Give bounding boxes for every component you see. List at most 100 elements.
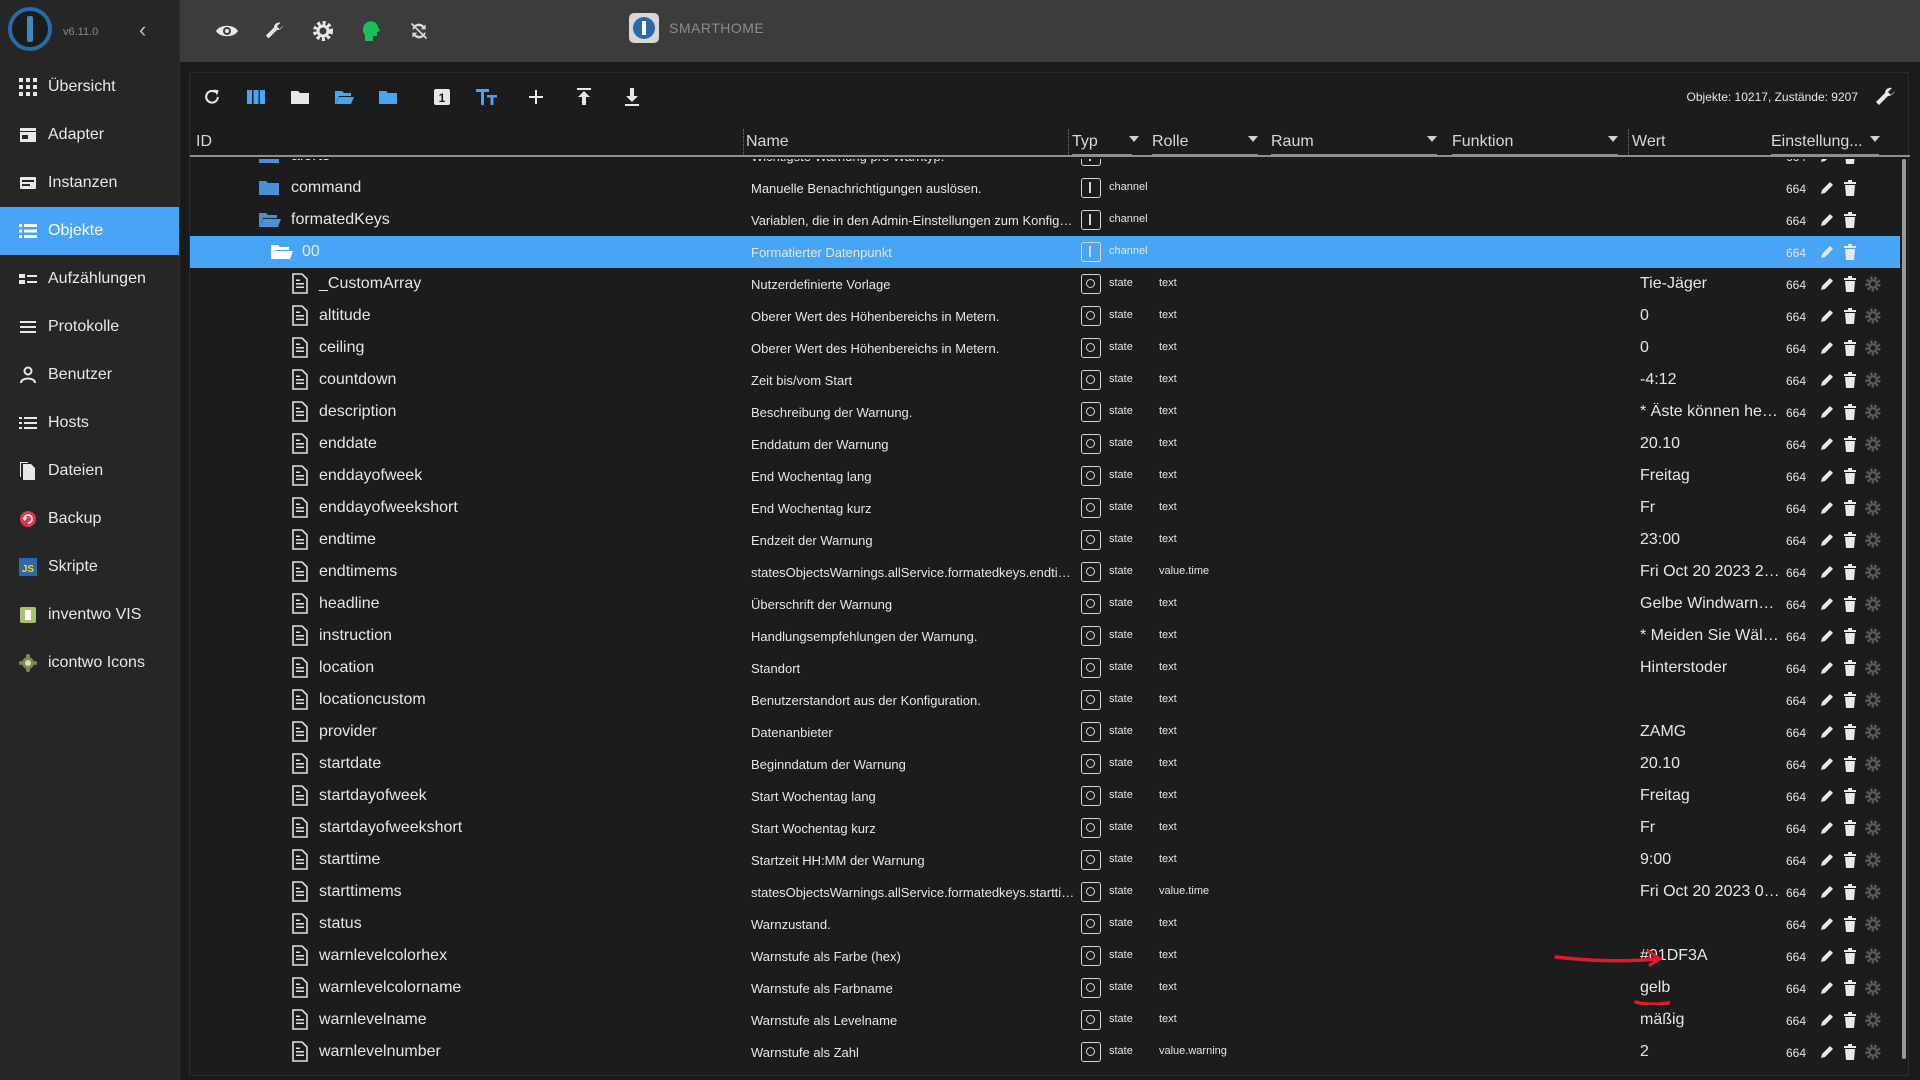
object-name[interactable]: Standort	[751, 661, 1075, 676]
object-id[interactable]: _CustomArray	[319, 275, 421, 293]
object-id[interactable]: enddayofweek	[319, 467, 422, 485]
column-funktion[interactable]: Funktion	[1452, 133, 1513, 151]
object-acl[interactable]: 664	[1786, 214, 1806, 228]
table-row[interactable]: altitude Oberer Wert des Höhenbereichs in…	[190, 300, 1900, 332]
delete-icon[interactable]	[1841, 851, 1859, 869]
object-acl[interactable]: 664	[1786, 1014, 1806, 1028]
object-name[interactable]: Warnstufe als Zahl	[751, 1045, 1075, 1060]
edit-icon[interactable]	[1818, 755, 1836, 773]
table-row[interactable]: status Warnzustand. state text 664	[190, 908, 1900, 940]
custom-settings-gear-icon[interactable]	[1864, 723, 1882, 741]
table-row[interactable]: _CustomArray Nutzerdefinierte Vorlage stat…	[190, 268, 1900, 300]
object-id[interactable]: description	[319, 403, 396, 421]
wrench-icon[interactable]	[1874, 85, 1898, 109]
edit-icon[interactable]	[1818, 979, 1836, 997]
delete-icon[interactable]	[1841, 563, 1859, 581]
table-row[interactable]: endtime Endzeit der Warnung state text 23:00…	[190, 524, 1900, 556]
delete-icon[interactable]	[1841, 275, 1859, 293]
edit-icon[interactable]	[1818, 723, 1836, 741]
object-value[interactable]: Freitag	[1640, 467, 1780, 485]
object-value[interactable]: * Meiden Sie Wälder	[1640, 627, 1780, 645]
custom-settings-gear-icon[interactable]	[1864, 883, 1882, 901]
folder-icon[interactable]	[288, 85, 312, 109]
object-name[interactable]: Nutzerdefinierte Vorlage	[751, 277, 1075, 292]
custom-settings-gear-icon[interactable]	[1864, 531, 1882, 549]
edit-icon[interactable]	[1818, 947, 1836, 965]
object-value[interactable]: Freitag	[1640, 787, 1780, 805]
object-value[interactable]: Fri Oct 20 2023 23:00	[1640, 563, 1780, 581]
table-row[interactable]: enddayofweek End Wochentag lang state text F…	[190, 460, 1900, 492]
text-size-icon[interactable]	[475, 85, 499, 109]
delete-icon[interactable]	[1841, 243, 1859, 261]
edit-icon[interactable]	[1818, 435, 1836, 453]
object-value[interactable]: Fri Oct 20 2023 09:00	[1640, 883, 1780, 901]
object-id[interactable]: command	[291, 179, 361, 197]
folder-open-icon[interactable]	[332, 85, 356, 109]
object-name[interactable]: Warnstufe als Farbname	[751, 981, 1075, 996]
object-id[interactable]: startdayofweekshort	[319, 819, 462, 837]
delete-icon[interactable]	[1841, 159, 1859, 165]
edit-icon[interactable]	[1818, 1043, 1836, 1061]
edit-icon[interactable]	[1818, 307, 1836, 325]
custom-settings-gear-icon[interactable]	[1864, 1043, 1882, 1061]
add-icon[interactable]	[524, 85, 548, 109]
edit-icon[interactable]	[1818, 211, 1836, 229]
chevron-down-icon[interactable]	[1129, 136, 1139, 142]
object-id[interactable]: alerts	[291, 159, 330, 165]
column-divider[interactable]	[1628, 129, 1630, 155]
folder-icon[interactable]	[258, 159, 280, 165]
object-id[interactable]: status	[319, 915, 362, 933]
delete-icon[interactable]	[1841, 531, 1859, 549]
edit-icon[interactable]	[1818, 915, 1836, 933]
object-acl[interactable]: 664	[1786, 278, 1806, 292]
object-id[interactable]: warnlevelname	[319, 1011, 427, 1029]
delete-icon[interactable]	[1841, 435, 1859, 453]
object-acl[interactable]: 664	[1786, 694, 1806, 708]
chevron-down-icon[interactable]	[1248, 136, 1258, 142]
delete-icon[interactable]	[1841, 627, 1859, 645]
object-value[interactable]: Gelbe Windwarnung	[1640, 595, 1780, 613]
object-id[interactable]: startdayofweek	[319, 787, 427, 805]
edit-icon[interactable]	[1818, 403, 1836, 421]
edit-icon[interactable]	[1818, 179, 1836, 197]
custom-settings-gear-icon[interactable]	[1864, 403, 1882, 421]
object-name[interactable]: Warnstufe als Levelname	[751, 1013, 1075, 1028]
object-id[interactable]: startdate	[319, 755, 381, 773]
edit-icon[interactable]	[1818, 563, 1836, 581]
object-id[interactable]: warnlevelcolorhex	[319, 947, 447, 965]
table-row[interactable]: warnlevelname Warnstufe als Levelname stat…	[190, 1004, 1900, 1036]
edit-icon[interactable]	[1818, 339, 1836, 357]
edit-icon[interactable]	[1818, 691, 1836, 709]
object-name[interactable]: Überschrift der Warnung	[751, 597, 1075, 612]
table-row[interactable]: warnlevelnumber Warnstufe als Zahl state va…	[190, 1036, 1900, 1068]
table-row[interactable]: 00 Formatierter Datenpunkt channel 664	[190, 236, 1900, 268]
sidebar-item-backup[interactable]: Backup	[0, 495, 179, 543]
delete-icon[interactable]	[1841, 1043, 1859, 1061]
sidebar-item-objekte[interactable]: Objekte	[0, 207, 179, 255]
object-acl[interactable]: 664	[1786, 630, 1806, 644]
object-name[interactable]: Wichtigste Warnung pro Warntyp.	[751, 159, 1075, 164]
object-acl[interactable]: 664	[1786, 918, 1806, 932]
object-id[interactable]: warnlevelnumber	[319, 1043, 441, 1061]
table-row[interactable]: description Beschreibung der Warnung. stat…	[190, 396, 1900, 428]
count-badge-icon[interactable]: 1	[430, 85, 454, 109]
object-name[interactable]: Zeit bis/vom Start	[751, 373, 1075, 388]
object-name[interactable]: Start Wochentag lang	[751, 789, 1075, 804]
object-acl[interactable]: 664	[1786, 790, 1806, 804]
object-acl[interactable]: 664	[1786, 310, 1806, 324]
object-name[interactable]: Manuelle Benachrichtigungen auslösen.	[751, 181, 1075, 196]
object-name[interactable]: Warnzustand.	[751, 917, 1075, 932]
object-name[interactable]: End Wochentag lang	[751, 469, 1075, 484]
object-value[interactable]: 0	[1640, 307, 1780, 325]
object-id[interactable]: enddayofweekshort	[319, 499, 458, 517]
object-acl[interactable]: 664	[1786, 374, 1806, 388]
object-acl[interactable]: 664	[1786, 950, 1806, 964]
object-id[interactable]: formatedKeys	[291, 211, 390, 229]
object-id[interactable]: provider	[319, 723, 377, 741]
object-name[interactable]: Benutzerstandort aus der Konfiguration.	[751, 693, 1075, 708]
edit-icon[interactable]	[1818, 595, 1836, 613]
object-value[interactable]: Hinterstoder	[1640, 659, 1780, 677]
object-name[interactable]: Beginndatum der Warnung	[751, 757, 1075, 772]
scrollbar[interactable]	[1902, 159, 1906, 1059]
object-name[interactable]: Variablen, die in den Admin-Einstellunge…	[751, 213, 1075, 228]
